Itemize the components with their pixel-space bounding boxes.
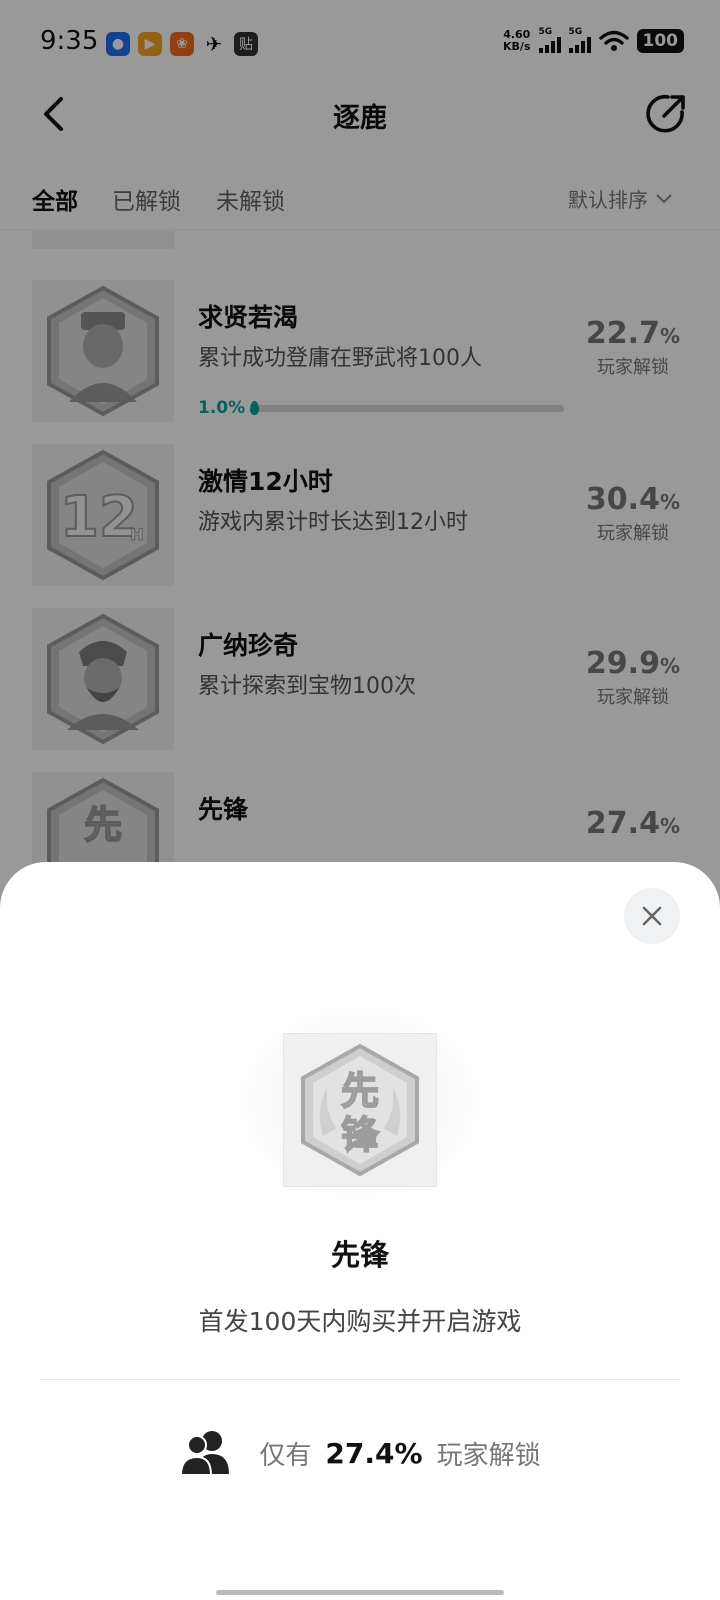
unlock-suffix: 玩家解锁 (436, 1440, 541, 1471)
close-button[interactable] (624, 888, 680, 944)
home-indicator[interactable] (216, 1590, 504, 1595)
xianfeng-badge-large-icon: 先 锋 (283, 1033, 437, 1187)
unlock-prefix: 仅有 (259, 1440, 312, 1471)
users-icon (180, 1431, 230, 1476)
achievement-detail-sheet: 先 锋 先锋 首发100天内购买并开启游戏 仅有 27.4% 玩家解锁 (0, 862, 720, 1600)
badge-glyph-bottom: 锋 (341, 1113, 380, 1157)
achievements-screen: 9:35 ● ▶ ❀ ✈ 贴 4.60 KB/s 5G 5G 100 逐鹿 全部… (0, 0, 720, 1600)
badge-glyph-top: 先 (341, 1069, 379, 1113)
unlock-value: 27.4% (325, 1436, 423, 1470)
sheet-title: 先锋 (330, 1238, 389, 1272)
sheet-description: 首发100天内购买并开启游戏 (198, 1307, 522, 1336)
divider (40, 1379, 680, 1380)
close-icon (642, 906, 662, 926)
unlock-stat: 仅有 27.4% 玩家解锁 (0, 1430, 720, 1476)
